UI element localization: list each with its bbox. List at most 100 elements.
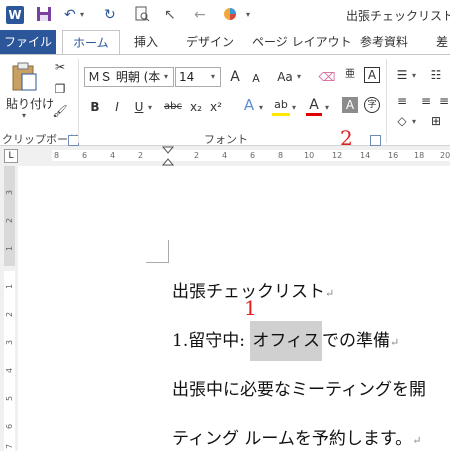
paragraph-text: ティング ルームを予約します。	[172, 429, 413, 449]
word-app-icon[interactable]: W	[6, 6, 24, 24]
paste-dropdown-icon[interactable]: ▾	[22, 111, 26, 120]
highlight-color-icon[interactable]: ab	[272, 97, 290, 116]
grow-font-icon[interactable]: A	[226, 69, 244, 85]
ruler-tick: 2	[194, 151, 200, 160]
paragraph[interactable]: 出張中に必要なミーティングを開	[172, 375, 426, 400]
paragraph-mark-icon: ↵	[390, 336, 400, 349]
ruler-tick: 5	[5, 395, 14, 402]
page-margin-corner	[146, 240, 169, 263]
tab-selector-icon[interactable]: L	[4, 149, 18, 163]
print-preview-icon[interactable]	[134, 6, 150, 24]
tab-file[interactable]: ファイル	[0, 30, 56, 54]
customize-qat-icon[interactable]: ▾	[246, 6, 250, 24]
bullets-dropdown-icon[interactable]: ▾	[412, 71, 416, 80]
enclose-characters-icon[interactable]: 字	[364, 97, 380, 113]
shading-dropdown-icon[interactable]: ▾	[412, 117, 416, 126]
indent-marker-icon[interactable]	[162, 146, 174, 166]
text-effects-icon[interactable]: A	[240, 97, 258, 113]
ruler-tick: 2	[138, 151, 144, 160]
ruler-tick: 10	[304, 151, 315, 160]
color-icon[interactable]	[222, 6, 238, 24]
ruler-tick: 18	[414, 151, 425, 160]
tab-references[interactable]: 参考資料	[360, 30, 408, 54]
ruler-tick: 1	[5, 245, 14, 252]
tab-page-layout[interactable]: ページ レイアウト	[252, 30, 352, 54]
shrink-font-icon[interactable]: A	[248, 71, 264, 87]
tab-home[interactable]: ホーム	[62, 30, 120, 55]
ruler-tick: 6	[82, 151, 88, 160]
paragraph-mark-icon: ↵	[325, 287, 335, 300]
subscript-button[interactable]: x₂	[188, 99, 204, 115]
font-dialog-launcher-icon[interactable]	[370, 135, 381, 146]
font-name-dropdown-icon[interactable]: ▾	[164, 72, 168, 81]
ruler-tick: 8	[54, 151, 60, 160]
horizontal-ruler[interactable]: 8 6 4 2 2 4 6 8 10 12 14 16 18 20	[0, 146, 450, 167]
ruler-tick: 7	[5, 443, 14, 450]
ribbon-tabs: ファイル ホーム 挿入 デザイン ページ レイアウト 参考資料 差	[0, 30, 450, 55]
highlight-dropdown-icon[interactable]: ▾	[292, 103, 296, 112]
ruler-tick: 6	[250, 151, 256, 160]
character-shading-icon[interactable]: A	[342, 97, 358, 113]
ruler-tick: 2	[5, 311, 14, 318]
title-bar: W ↶ ▾ ↻ ↖ ← ▾ 出張チェックリスト最	[0, 0, 450, 30]
align-left-icon[interactable]: ≡	[394, 93, 410, 109]
shading-icon[interactable]: ◇	[394, 113, 410, 129]
text-effects-dropdown-icon[interactable]: ▾	[259, 103, 263, 112]
document-page[interactable]	[18, 166, 450, 451]
font-group-label: フォント	[204, 133, 248, 146]
bullets-icon[interactable]: ☰	[394, 67, 410, 83]
italic-button[interactable]: I	[110, 99, 124, 115]
font-color-icon[interactable]: A	[306, 97, 322, 116]
align-right-icon[interactable]: ≡	[438, 93, 450, 109]
ruler-tick: 4	[222, 151, 228, 160]
cut-icon[interactable]: ✂	[52, 59, 68, 75]
document-title: 出張チェックリスト最	[346, 9, 450, 23]
paragraph-text: 1.留守中:	[172, 331, 251, 351]
pointer-icon[interactable]: ↖	[164, 6, 176, 24]
redo-icon[interactable]: ↻	[104, 6, 116, 24]
save-icon[interactable]	[36, 6, 52, 24]
callout-number-2: 2	[340, 126, 353, 150]
group-divider	[78, 59, 79, 143]
paste-icon[interactable]	[10, 62, 38, 92]
ruler-tick: 4	[110, 151, 116, 160]
numbering-icon[interactable]: ☷	[428, 67, 444, 83]
character-border-icon[interactable]: A	[364, 67, 380, 83]
ruler-tick: 8	[278, 151, 284, 160]
phonetic-guide-icon[interactable]: 亜	[342, 67, 358, 83]
change-case-dropdown-icon[interactable]: ▾	[297, 72, 301, 81]
paragraph[interactable]: 1.留守中: オフィス での準備↵	[172, 321, 400, 361]
ruler-tick: 3	[5, 339, 14, 346]
bold-button[interactable]: B	[88, 99, 102, 115]
strikethrough-button[interactable]: abc	[162, 99, 184, 115]
group-divider	[386, 59, 387, 143]
tab-insert[interactable]: 挿入	[134, 30, 158, 54]
font-size-dropdown-icon[interactable]: ▾	[211, 72, 215, 81]
ruler-tick: 3	[5, 189, 14, 196]
font-color-dropdown-icon[interactable]: ▾	[325, 103, 329, 112]
tab-mailings[interactable]: 差	[436, 30, 448, 54]
underline-button[interactable]: U	[132, 99, 146, 115]
copy-icon[interactable]: ❐	[52, 81, 68, 97]
vertical-ruler[interactable]: 3 2 1 1 2 3 4 5 6 7	[0, 166, 18, 451]
undo-dropdown-icon[interactable]: ▾	[80, 6, 84, 24]
change-case-icon[interactable]: Aa	[274, 69, 296, 85]
superscript-button[interactable]: x²	[208, 99, 224, 115]
ruler-tick: 12	[332, 151, 343, 160]
clear-formatting-icon[interactable]: ⌫	[318, 69, 336, 85]
tab-design[interactable]: デザイン	[186, 30, 234, 54]
paste-button-label[interactable]: 貼り付け	[6, 95, 54, 112]
borders-icon[interactable]: ⊞	[428, 113, 444, 129]
underline-dropdown-icon[interactable]: ▾	[148, 103, 152, 112]
center-icon[interactable]: ≡	[418, 93, 434, 109]
ruler-tick: 20	[440, 151, 450, 160]
back-icon[interactable]: ←	[194, 6, 206, 24]
font-name-combo[interactable]: ＭＳ 明朝 (本	[84, 67, 174, 87]
ruler-tick: 1	[5, 283, 14, 290]
selected-text[interactable]: オフィス	[250, 321, 323, 361]
ruler-tick: 16	[388, 151, 399, 160]
format-painter-icon[interactable]: 🖌	[52, 103, 68, 119]
paragraph-text: での準備	[322, 331, 391, 351]
undo-icon[interactable]: ↶	[64, 6, 76, 24]
paragraph[interactable]: ティング ルームを予約します。↵	[172, 424, 421, 449]
